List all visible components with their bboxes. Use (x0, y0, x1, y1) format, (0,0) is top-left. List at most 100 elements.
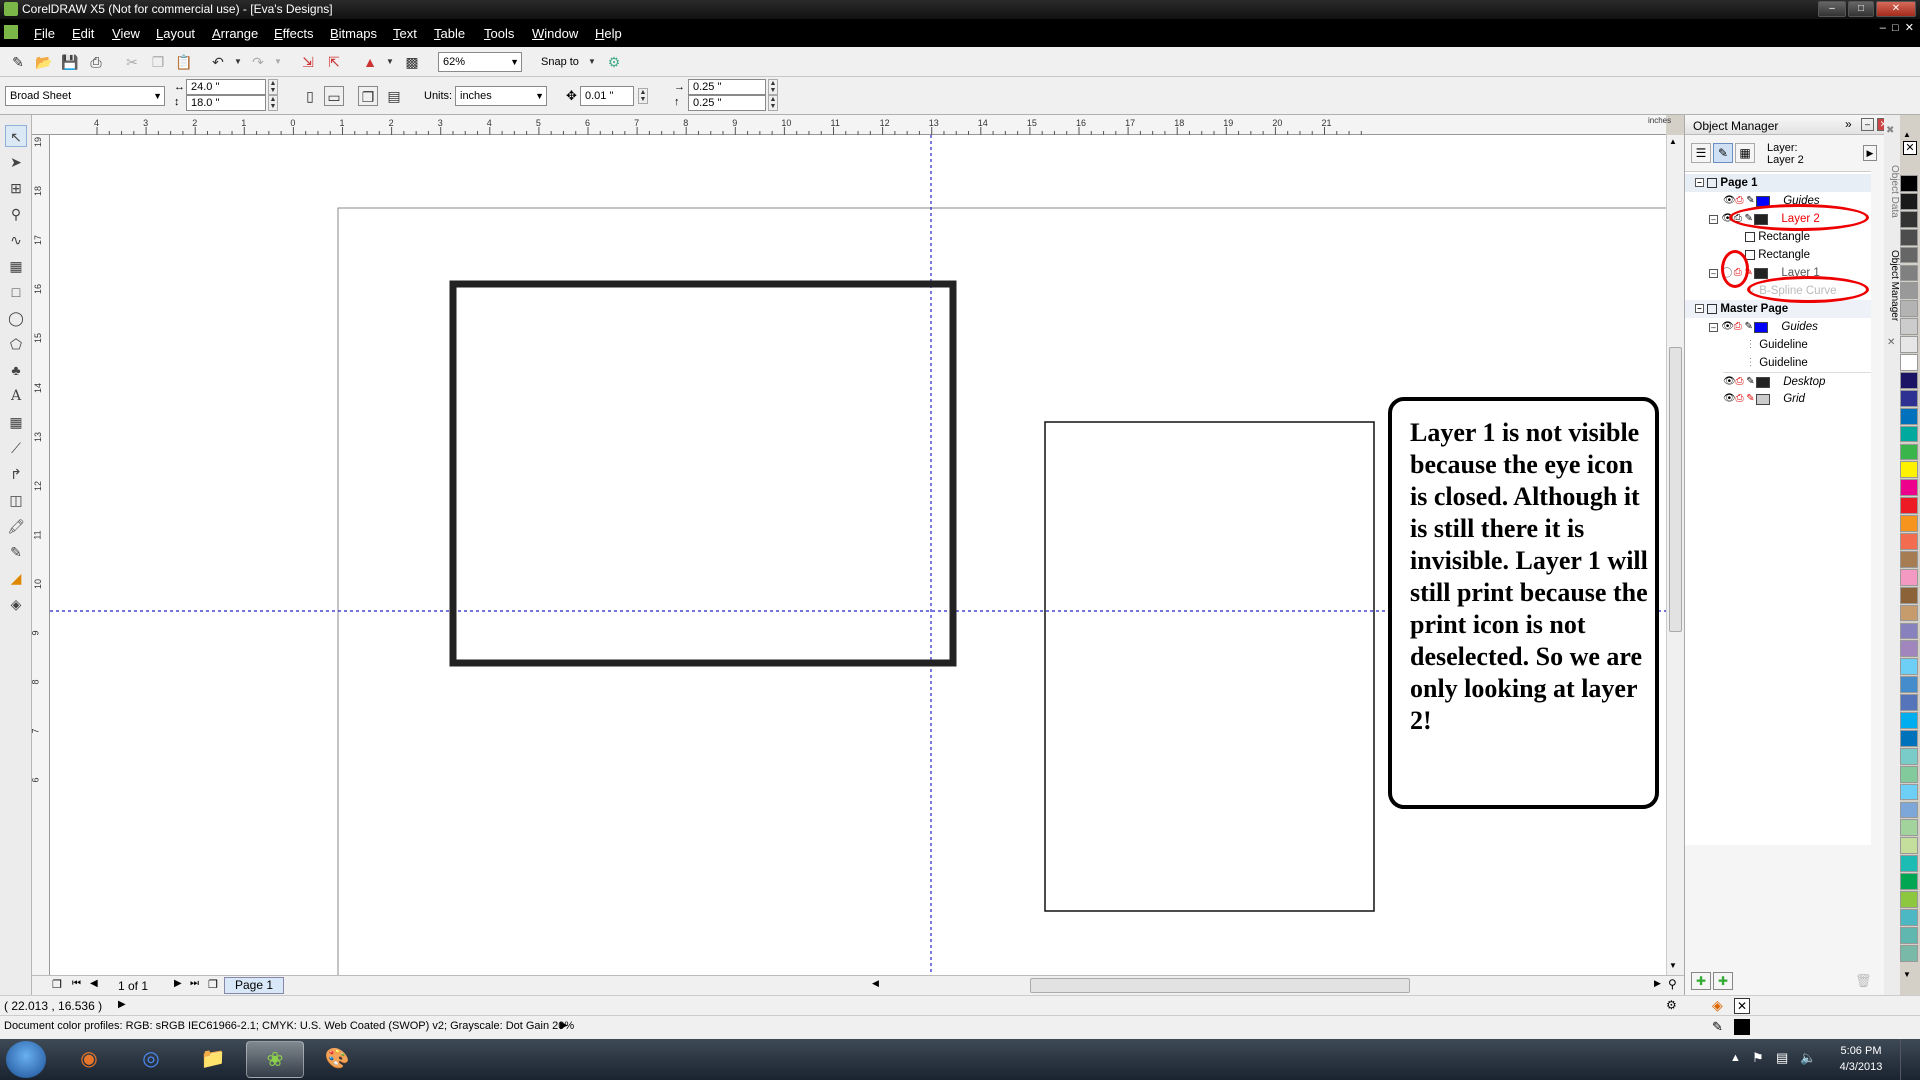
palette-swatch[interactable] (1900, 676, 1918, 694)
duplicate-y-spinner[interactable]: ▲ ▼ (768, 95, 778, 111)
lock-edit-icon[interactable]: ✎ (1745, 390, 1756, 408)
outline-pen-tool-icon[interactable]: ✎ (5, 541, 27, 563)
layer-color-swatch[interactable] (1754, 321, 1769, 333)
scroll-down-icon[interactable]: ▼ (1669, 961, 1677, 970)
open-folder-icon[interactable]: 📂 (34, 52, 54, 72)
action-center-flag-icon[interactable]: ⚑ (1752, 1050, 1764, 1066)
palette-swatch[interactable] (1900, 837, 1918, 855)
palette-swatch[interactable] (1900, 210, 1918, 228)
interactive-fill-tool-icon[interactable]: ◈ (5, 593, 27, 615)
layer-color-swatch[interactable] (1756, 393, 1770, 405)
layer-manager-view-icon[interactable]: ▦ (1735, 143, 1755, 163)
palette-swatch[interactable] (1900, 479, 1918, 497)
undo-dropdown-icon[interactable]: ▼ (228, 52, 248, 72)
eye-icon[interactable]: 👁 (1723, 390, 1736, 408)
menu-text[interactable]: Text (393, 26, 417, 41)
rectangle-tool-icon[interactable]: □ (5, 281, 27, 303)
palette-swatch[interactable] (1900, 425, 1918, 443)
palette-swatch[interactable] (1900, 389, 1918, 407)
minimize-button[interactable]: – (1818, 1, 1846, 17)
fill-tool-icon[interactable]: ◢ (5, 567, 27, 589)
copy-icon[interactable]: ❐ (148, 52, 168, 72)
palette-swatch[interactable] (1900, 783, 1918, 801)
snap-to-button[interactable]: Snap to (541, 56, 579, 68)
no-color-swatch-icon[interactable]: ✕ (1903, 141, 1917, 155)
palette-swatch[interactable] (1900, 729, 1918, 747)
undo-icon[interactable]: ↶ (208, 52, 228, 72)
palette-swatch[interactable] (1900, 246, 1918, 264)
collapse-icon[interactable]: – (1695, 304, 1704, 314)
tree-guideline-2[interactable]: ⋮ Guideline (1745, 354, 1808, 372)
print-icon[interactable]: ⎙ (1734, 390, 1745, 408)
polygon-tool-icon[interactable]: ⬠ (5, 333, 27, 355)
palette-swatch[interactable] (1900, 550, 1918, 568)
palette-swatch[interactable] (1900, 533, 1918, 550)
palette-swatch[interactable] (1900, 944, 1918, 962)
start-button[interactable] (6, 1041, 46, 1078)
welcome-screen-icon[interactable]: ▩ (402, 52, 422, 72)
redo-icon[interactable]: ↷ (248, 52, 268, 72)
previous-page-icon[interactable]: ◀ (90, 978, 98, 989)
menu-table[interactable]: Table (434, 26, 465, 41)
status-settings-icon[interactable]: ⚙ (1666, 998, 1677, 1012)
palette-swatch[interactable] (1900, 622, 1918, 640)
duplicate-y-field[interactable]: 0.25 " (688, 95, 766, 111)
nudge-spinner[interactable]: ▲ ▼ (638, 88, 648, 104)
tree-guideline-1[interactable]: ⋮ Guideline (1745, 336, 1808, 354)
redo-dropdown-icon[interactable]: ▼ (268, 52, 288, 72)
palette-swatch[interactable] (1900, 354, 1918, 371)
firefox-taskbar-icon[interactable]: ◉ (60, 1041, 118, 1078)
palette-swatch[interactable] (1900, 747, 1918, 765)
horizontal-ruler[interactable]: 4 3 2 1 0 1 2 3 4 5 6 7 8 9 10 11 12 13 14 15 16 17 18 19 20 21 i… (32, 115, 1671, 135)
palette-swatch[interactable] (1900, 765, 1918, 783)
units-select[interactable]: inches ▼ (455, 86, 547, 106)
save-icon[interactable]: 💾 (60, 52, 80, 72)
outline-pen-indicator-icon[interactable]: ✎ (1712, 1019, 1723, 1035)
menu-file[interactable]: File (34, 26, 55, 41)
vertical-scroll-thumb[interactable] (1669, 347, 1682, 632)
fill-indicator-icon[interactable]: ◈ (1712, 997, 1723, 1014)
menu-help[interactable]: Help (595, 26, 622, 41)
palette-swatch[interactable] (1900, 855, 1918, 873)
tree-grid-layer[interactable]: 👁⎙ ✎ Grid (1723, 390, 1805, 408)
chrome-taskbar-icon[interactable]: ◎ (122, 1041, 180, 1078)
palette-swatch[interactable] (1900, 461, 1918, 479)
palette-swatch[interactable] (1900, 515, 1918, 532)
eye-icon[interactable]: 👁 (1723, 373, 1736, 391)
mdi-controls[interactable]: – □ ✕ (1880, 21, 1914, 34)
palette-swatch[interactable] (1900, 497, 1918, 515)
page-tab[interactable]: Page 1 (224, 977, 284, 994)
close-tab-icon[interactable]: ✕ (1887, 337, 1895, 348)
basic-shapes-tool-icon[interactable]: ♣ (5, 359, 27, 381)
paint-taskbar-icon[interactable]: 🎨 (308, 1041, 366, 1078)
palette-scroll-down-icon[interactable]: ▼ (1903, 970, 1911, 979)
table-tool-icon[interactable]: ▦ (5, 411, 27, 433)
tree-page-1[interactable]: – Page 1 (1685, 174, 1871, 192)
palette-swatch[interactable] (1900, 336, 1918, 353)
palette-swatch[interactable] (1900, 658, 1918, 676)
palette-swatch[interactable] (1900, 586, 1918, 604)
first-page-icon[interactable]: ⏮ (72, 978, 81, 989)
menu-edit[interactable]: Edit (72, 26, 94, 41)
scroll-left-icon[interactable]: ◀ (872, 978, 879, 989)
duplicate-x-field[interactable]: 0.25 " (688, 79, 766, 95)
clock-time[interactable]: 5:06 PM (1830, 1045, 1892, 1057)
eye-icon[interactable]: 👁 (1721, 318, 1734, 336)
crop-tool-icon[interactable]: ⊞ (5, 177, 27, 199)
collapse-icon[interactable]: – (1709, 214, 1718, 224)
menu-view[interactable]: View (112, 26, 140, 41)
print-icon[interactable]: ⎙ (1734, 192, 1745, 210)
smart-fill-tool-icon[interactable]: ▦ (5, 255, 27, 277)
status-expand-icon[interactable]: ▶ (118, 999, 126, 1010)
vertical-scrollbar[interactable]: ▲ ▼ (1666, 135, 1684, 975)
scroll-up-icon[interactable]: ▲ (1669, 137, 1677, 146)
rectangle-shape-thin[interactable] (1044, 421, 1375, 912)
pin-icon[interactable]: ✖ (1886, 125, 1894, 136)
navigator-zoom-icon[interactable]: ⚲ (1668, 977, 1677, 991)
palette-swatch[interactable] (1900, 407, 1918, 425)
options-icon[interactable]: ⚙ (604, 52, 624, 72)
add-page-after-icon[interactable]: ❐ (208, 978, 218, 991)
palette-swatch[interactable] (1900, 568, 1918, 586)
show-properties-icon[interactable]: ☰ (1691, 143, 1711, 163)
launcher-dropdown-icon[interactable]: ▼ (380, 52, 400, 72)
